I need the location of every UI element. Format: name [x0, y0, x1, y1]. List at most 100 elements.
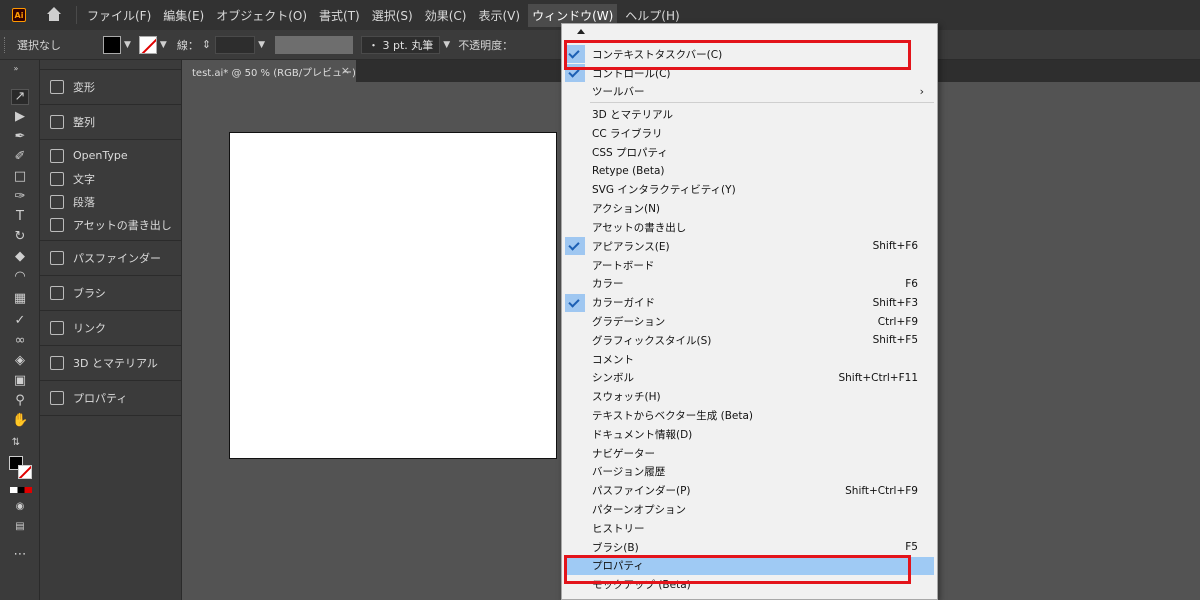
menu-item-label: シンボル: [592, 372, 634, 385]
type-tool-icon[interactable]: T: [12, 210, 28, 224]
paintbrush-tool-icon[interactable]: ✑: [12, 190, 28, 204]
stroke-weight-input[interactable]: [215, 35, 256, 54]
blend-tool-icon[interactable]: ∞: [12, 334, 28, 348]
menu-item-gutter: [565, 331, 585, 349]
menubar-item[interactable]: オブジェクト(O): [212, 4, 311, 27]
menu-item-gutter: [565, 519, 585, 537]
document-tab[interactable]: test.ai* @ 50 % (RGB/プレビュー) ×: [182, 60, 356, 82]
color-mode-icon[interactable]: [10, 487, 32, 493]
menu-item[interactable]: ヒストリー: [564, 519, 934, 538]
panel-item[interactable]: プロパティ: [40, 381, 181, 415]
chevron-down-icon[interactable]: ▼: [258, 40, 265, 50]
menu-item[interactable]: スウォッチ(H): [564, 387, 934, 406]
stroke-color-icon[interactable]: [18, 465, 32, 479]
artboard-tool-icon[interactable]: ▣: [12, 374, 28, 388]
menubar-item[interactable]: 書式(T): [315, 4, 364, 27]
panel-group: プロパティ: [40, 381, 181, 416]
menu-item[interactable]: シンボル Shift+Ctrl+F11: [564, 369, 934, 388]
brush-definition-dropdown[interactable]: ・ 3 pt. 丸筆: [360, 35, 441, 54]
panel-item-label: パスファインダー: [73, 252, 161, 265]
menu-item[interactable]: カラーガイド Shift+F3: [564, 293, 934, 312]
eyedropper-tool-icon[interactable]: ✓: [12, 314, 28, 328]
close-icon[interactable]: ×: [341, 64, 350, 77]
scroll-up-arrow-icon[interactable]: [575, 26, 585, 36]
swap-fill-stroke-icon[interactable]: ⇅: [8, 436, 24, 450]
pen-tool-icon[interactable]: ✒: [12, 130, 28, 144]
stroke-stepper-icon[interactable]: ⇕: [202, 38, 211, 51]
menu-item[interactable]: グラフィックスタイル(S) Shift+F5: [564, 331, 934, 350]
panel-item[interactable]: 変形: [40, 70, 181, 104]
menu-item[interactable]: SVG インタラクティビティ(Y): [564, 181, 934, 200]
control-bar-grip[interactable]: [4, 36, 7, 53]
menu-item[interactable]: CC ライブラリ: [564, 124, 934, 143]
panel-item[interactable]: OpenType: [40, 144, 181, 167]
more-tools-icon[interactable]: ⋯: [12, 548, 28, 562]
menu-item[interactable]: バージョン履歴: [564, 463, 934, 482]
menu-item[interactable]: アクション(N): [564, 199, 934, 218]
menu-item-gutter: [565, 83, 585, 101]
gradient-tool-icon[interactable]: ▦: [12, 292, 28, 306]
variable-width-profile[interactable]: [274, 35, 353, 54]
menu-item[interactable]: Retype (Beta): [564, 162, 934, 181]
menu-item[interactable]: ブラシ(B) F5: [564, 538, 934, 557]
menu-item[interactable]: CSS プロパティ: [564, 143, 934, 162]
curvature-tool-icon[interactable]: ✐: [12, 150, 28, 164]
checkmark-icon: [565, 237, 585, 256]
chevron-down-icon[interactable]: ▼: [443, 40, 450, 50]
asset-export-icon: [50, 217, 64, 232]
menu-item-gutter: [565, 388, 585, 406]
menu-item[interactable]: 3D とマテリアル: [564, 105, 934, 124]
selection-tool-icon[interactable]: ↗: [11, 89, 29, 105]
menu-item[interactable]: コメント: [564, 350, 934, 369]
panel-group: 整列: [40, 105, 181, 140]
chevron-down-icon[interactable]: ▼: [124, 40, 131, 50]
menu-item-label: アートボード: [592, 259, 655, 272]
direct-selection-tool-icon[interactable]: ▶: [12, 110, 28, 124]
home-icon[interactable]: [46, 7, 62, 23]
panel-item[interactable]: アセットの書き出し: [40, 213, 181, 236]
collapse-arrows-icon[interactable]: »: [8, 62, 24, 76]
illustrator-logo: Ai: [12, 8, 26, 22]
screen-mode-icon[interactable]: ▤: [12, 520, 28, 534]
draw-mode-icon[interactable]: ◉: [12, 500, 28, 514]
stroke-color-swatch[interactable]: [138, 35, 157, 54]
menu-item-label: カラー: [592, 278, 624, 291]
opacity-label[interactable]: 不透明度：: [458, 37, 513, 53]
menu-item[interactable]: ナビゲーター: [564, 444, 934, 463]
panel-item[interactable]: パスファインダー: [40, 241, 181, 275]
menu-item[interactable]: ドキュメント情報(D): [564, 425, 934, 444]
menu-item-gutter: [565, 256, 585, 274]
rectangle-tool-icon[interactable]: □: [12, 170, 28, 184]
menu-item[interactable]: グラデーション Ctrl+F9: [564, 312, 934, 331]
rotate-tool-icon[interactable]: ↻: [12, 230, 28, 244]
panel-item[interactable]: 段落: [40, 190, 181, 213]
menubar-item[interactable]: 選択(S): [368, 4, 417, 27]
artboard[interactable]: [229, 132, 557, 459]
menu-item-label: ヒストリー: [592, 522, 645, 535]
fill-color-swatch[interactable]: [103, 35, 121, 54]
panel-item[interactable]: リンク: [40, 311, 181, 345]
menu-item[interactable]: パターンオプション: [564, 500, 934, 519]
menu-item[interactable]: ツールバー ›: [564, 83, 934, 102]
menubar-item[interactable]: 効果(C): [421, 4, 471, 27]
menu-item[interactable]: アピアランス(E) Shift+F6: [564, 237, 934, 256]
lasso-tool-icon[interactable]: ◠: [12, 270, 28, 284]
shape-builder-tool-icon[interactable]: ◈: [12, 354, 28, 368]
menu-item[interactable]: アートボード: [564, 256, 934, 275]
eraser-tool-icon[interactable]: ◆: [12, 250, 28, 264]
chevron-down-icon[interactable]: ▼: [160, 40, 167, 50]
hand-tool-icon[interactable]: ✋: [12, 414, 28, 428]
panel-item[interactable]: 3D とマテリアル: [40, 346, 181, 380]
menubar-item[interactable]: ファイル(F): [83, 4, 155, 27]
panel-item[interactable]: 整列: [40, 105, 181, 139]
menubar-item[interactable]: 表示(V): [474, 4, 524, 27]
menu-item[interactable]: カラー F6: [564, 275, 934, 294]
menu-item[interactable]: アセットの書き出し: [564, 218, 934, 237]
panel-item-label: 段落: [73, 195, 95, 209]
panel-item[interactable]: ブラシ: [40, 276, 181, 310]
menu-item[interactable]: パスファインダー(P) Shift+Ctrl+F9: [564, 481, 934, 500]
menubar-item[interactable]: 編集(E): [159, 4, 208, 27]
zoom-tool-icon[interactable]: ⚲: [12, 394, 28, 408]
menu-item[interactable]: テキストからベクター生成 (Beta): [564, 406, 934, 425]
panel-item[interactable]: 文字: [40, 167, 181, 190]
